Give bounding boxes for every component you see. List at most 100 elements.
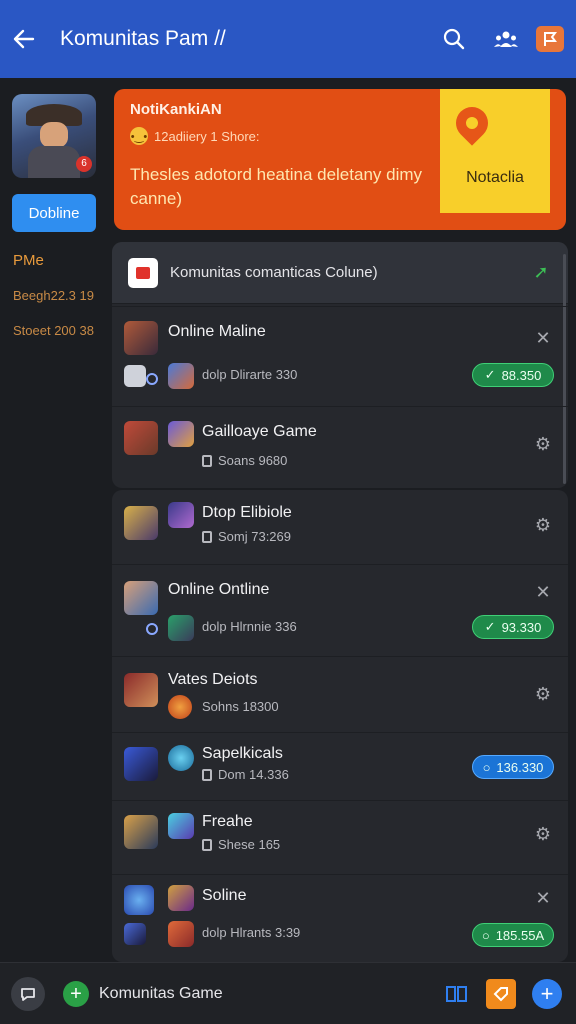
list-item[interactable]: Soline dolp Hlrants 3:39 ✕ ○ 185.55A: [112, 874, 568, 962]
flag-icon[interactable]: [536, 26, 564, 52]
user-icon: [124, 365, 146, 387]
player-avatar: [124, 321, 158, 355]
lock-icon: [202, 839, 212, 851]
panel-header-label: Komunitas comanticas Colune): [170, 264, 378, 281]
add-icon[interactable]: +: [63, 980, 89, 1007]
item-subtitle: dolp Hlrants 3:39: [202, 925, 301, 940]
item-subtitle: dolp Hlrnnie 336: [202, 619, 297, 634]
video-icon: [128, 257, 158, 288]
list-item[interactable]: Vates Deiots Sohns 18300 ⚙: [112, 656, 568, 732]
chat-icon[interactable]: [11, 976, 45, 1011]
notification-badge: 6: [76, 156, 92, 172]
sidebar-stat: Stoeet 200 38: [13, 323, 94, 338]
pill-icon: ○: [481, 927, 490, 943]
check-icon: ✓: [484, 367, 496, 382]
list-item[interactable]: Online Maline dolp Dlirarte 330 ✕ ✓ 88.3…: [112, 306, 568, 406]
item-title: Freahe: [202, 813, 253, 830]
promo-subtitle-text: 12adiiery 1 Shore:: [154, 128, 260, 144]
list-item[interactable]: Online Ontline dolp Hlrnnie 336 ✕ ✓ 93.3…: [112, 564, 568, 656]
player-avatar: [124, 885, 154, 915]
people-icon[interactable]: [484, 17, 528, 61]
item-subtitle: Shese 165: [218, 837, 281, 852]
status-dot: [146, 623, 158, 635]
pill-icon: ○: [482, 759, 491, 775]
bottom-bar: + Komunitas Game +: [0, 962, 576, 1024]
sidebar: 6 Dobline PMe Beegh22.3 19 Stoeet 200 38: [0, 78, 110, 960]
player-avatar: [124, 421, 158, 455]
emoji-icon: •‿•: [130, 127, 148, 145]
item-subtitle: Soans 9680: [218, 453, 288, 468]
game-thumb: [168, 502, 194, 528]
promo-card-label: Notaclia: [466, 169, 524, 186]
promo-card[interactable]: Notaclia: [440, 89, 550, 213]
promo-subtitle: •‿• 12adiiery 1 Shore:: [130, 127, 260, 145]
status-dot: [146, 373, 158, 385]
search-icon[interactable]: [432, 17, 476, 61]
fab-add-icon[interactable]: +: [532, 978, 562, 1009]
game-thumb: [168, 615, 194, 641]
status-pill[interactable]: ✓ 88.350: [472, 363, 554, 387]
gear-icon[interactable]: ⚙: [532, 514, 554, 536]
pill-value: 88.350: [501, 367, 542, 383]
game-thumb: [168, 363, 194, 389]
promo-banner[interactable]: NotiKankiAN •‿• 12adiiery 1 Shore: Thesl…: [114, 89, 566, 230]
game-thumb: [168, 421, 194, 447]
bottom-bar-label[interactable]: Komunitas Game: [99, 985, 444, 1003]
community-panel: Komunitas comanticas Colune) ➚ Online Ma…: [112, 242, 568, 488]
lock-icon: [202, 769, 212, 781]
promo-body: Thesles adotord heatina deletany dimy ca…: [130, 165, 423, 208]
back-arrow-icon[interactable]: [2, 17, 46, 61]
item-subtitle: Somj 73:269: [218, 529, 291, 544]
player-avatar: [124, 581, 158, 615]
item-title: Soline: [202, 887, 247, 904]
item-title: Gailloaye Game: [202, 423, 317, 440]
lock-icon: [202, 455, 212, 467]
gear-icon[interactable]: ⚙: [532, 683, 554, 705]
item-title: Dtop Elibiole: [202, 504, 292, 521]
status-pill[interactable]: ○ 136.330: [472, 755, 554, 779]
item-title: Sapelkicals: [202, 745, 283, 762]
gear-icon[interactable]: ⚙: [532, 823, 554, 845]
item-title: Online Ontline: [168, 581, 270, 598]
status-pill[interactable]: ✓ 93.330: [472, 615, 554, 639]
cards-icon[interactable]: [444, 981, 470, 1007]
check-icon: ✓: [484, 619, 496, 634]
item-subtitle: Sohns 18300: [202, 699, 279, 714]
game-thumb: [168, 745, 194, 771]
status-pill[interactable]: ○ 185.55A: [472, 923, 554, 947]
player-avatar: [124, 747, 158, 781]
promo-title: NotiKankiAN: [130, 101, 222, 118]
list-item[interactable]: Freahe Shese 165 ⚙: [112, 800, 568, 874]
top-app-bar: Komunitas Pam //: [0, 0, 576, 78]
online-button[interactable]: Dobline: [12, 194, 96, 232]
close-icon[interactable]: ✕: [532, 327, 554, 349]
game-avatar[interactable]: 6: [12, 94, 96, 178]
community-list: Dtop Elibiole Somj 73:269 ⚙ Online Ontli…: [112, 490, 568, 962]
sidebar-stat: Beegh22.3 19: [13, 288, 94, 303]
item-title: Online Maline: [168, 323, 266, 340]
close-icon[interactable]: ✕: [532, 581, 554, 603]
game-thumb: [168, 921, 194, 947]
avatar-face: [40, 122, 68, 148]
item-title: Vates Deiots: [168, 671, 258, 688]
gear-icon[interactable]: ⚙: [532, 433, 554, 455]
close-icon[interactable]: ✕: [532, 887, 554, 909]
list-item[interactable]: Dtop Elibiole Somj 73:269 ⚙: [112, 490, 568, 564]
list-item[interactable]: Gailloaye Game Soans 9680 ⚙: [112, 406, 568, 488]
player-avatar: [124, 506, 158, 540]
avatar-body: [28, 146, 80, 178]
user-icon: [124, 923, 146, 945]
page-title: Komunitas Pam //: [60, 27, 226, 50]
game-thumb: [168, 695, 192, 719]
location-pin-icon: [449, 100, 495, 146]
item-subtitle: Dom 14.336: [218, 767, 289, 782]
pill-value: 93.330: [501, 619, 542, 635]
player-avatar: [124, 815, 158, 849]
pill-value: 136.330: [496, 759, 544, 775]
panel-header: Komunitas comanticas Colune) ➚: [112, 242, 568, 304]
list-item[interactable]: Sapelkicals Dom 14.336 ○ 136.330: [112, 732, 568, 800]
game-thumb: [168, 885, 194, 911]
tag-icon[interactable]: [486, 978, 516, 1009]
trend-arrow-icon[interactable]: ➚: [528, 262, 554, 283]
sidebar-heading: PMe: [13, 252, 44, 269]
